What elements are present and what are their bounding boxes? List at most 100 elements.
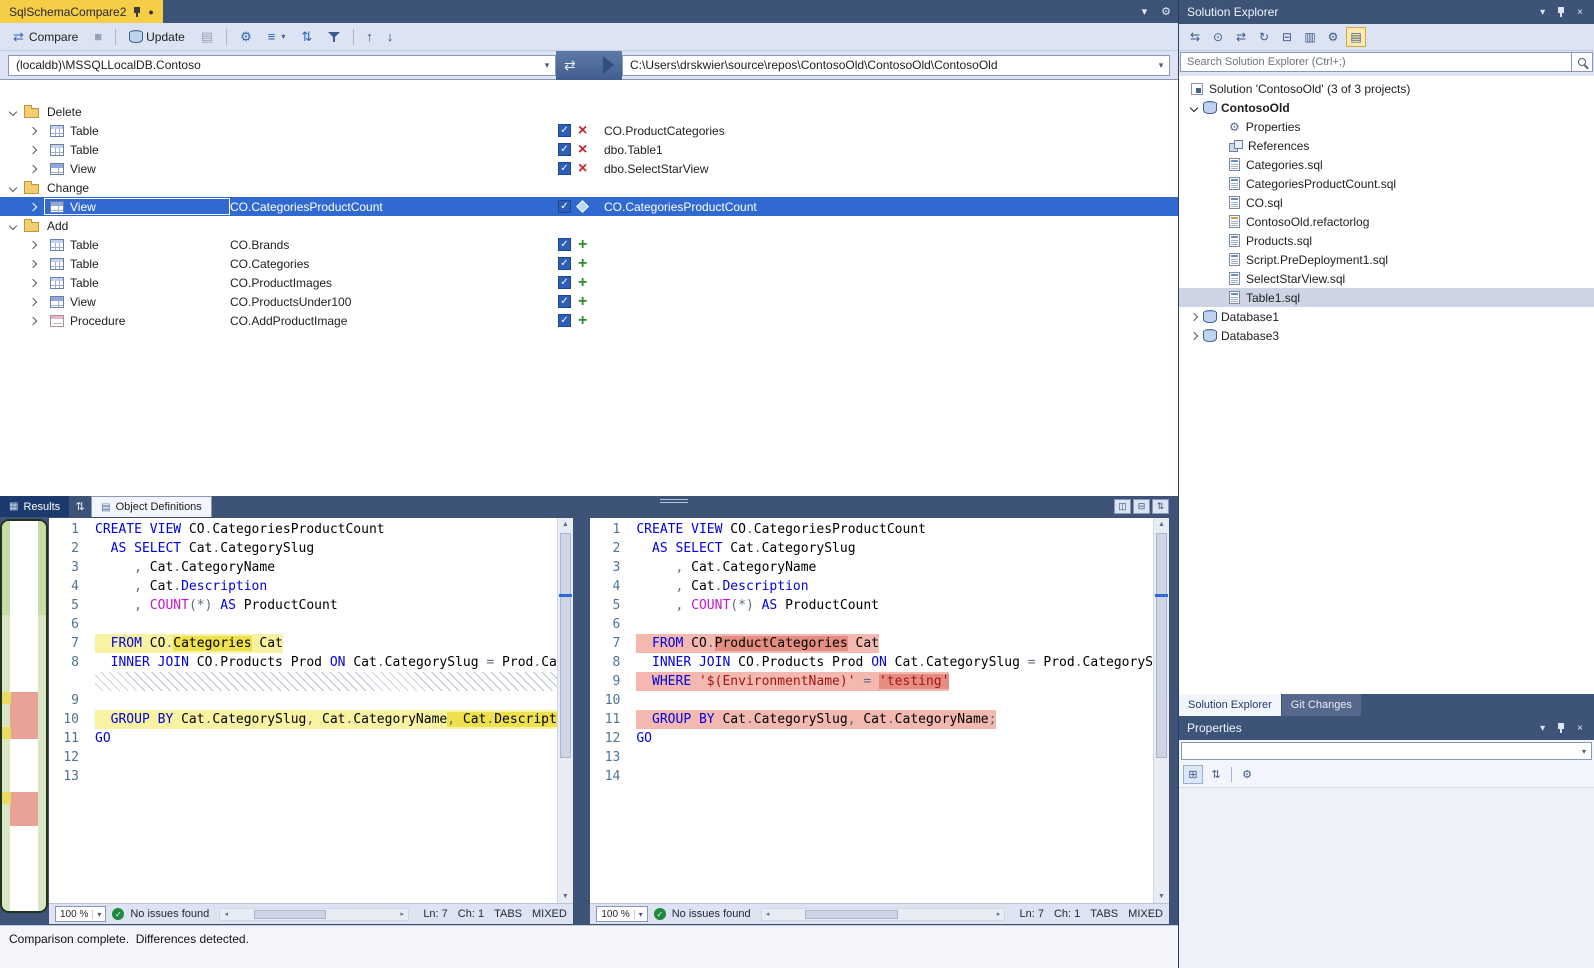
scroll-up-icon[interactable]: ▲: [1154, 518, 1169, 531]
layout-vertical-button[interactable]: ◫: [1114, 499, 1131, 514]
tree-item-co-sql[interactable]: CO.sql: [1179, 193, 1594, 212]
chevron-down-icon[interactable]: ▾: [1135, 0, 1155, 23]
compare-row-co-productcategories[interactable]: Table✓×CO.ProductCategories: [0, 121, 1178, 140]
row-chevron-icon[interactable]: [29, 259, 37, 267]
tree-item-references[interactable]: References: [1179, 136, 1594, 155]
sync-with-active-document-icon[interactable]: ⇆: [1185, 27, 1205, 47]
include-checkbox[interactable]: ✓: [558, 238, 578, 251]
update-button[interactable]: Update: [122, 27, 192, 47]
compare-row-co-addproductimage[interactable]: ProcedureCO.AddProductImage✓+: [0, 311, 1178, 330]
expanded-chevron-icon[interactable]: [1190, 103, 1198, 111]
include-checkbox[interactable]: ✓: [558, 143, 578, 156]
hscroll-thumb[interactable]: [805, 910, 897, 919]
compare-row-co-brands[interactable]: TableCO.Brands✓+: [0, 235, 1178, 254]
row-chevron-icon[interactable]: [29, 126, 37, 134]
target-connection-combo[interactable]: C:\Users\drskwier\source\repos\ContosoOl…: [622, 55, 1170, 76]
tab-object-definitions[interactable]: ▤ Object Definitions: [91, 496, 212, 517]
right-horizontal-scrollbar[interactable]: ◂ ▸: [761, 908, 1006, 921]
collapse-all-icon[interactable]: ⊟: [1277, 27, 1297, 47]
tree-item-products-sql[interactable]: Products.sql: [1179, 231, 1594, 250]
tab-sqlschemacompare2[interactable]: SqlSchemaCompare2 ●: [0, 0, 163, 23]
diff-overview-map[interactable]: [0, 519, 48, 913]
pane-splitter[interactable]: [574, 517, 590, 925]
include-checkbox[interactable]: ✓: [558, 124, 578, 137]
swap-panes-button[interactable]: ⇅: [1152, 499, 1169, 514]
compare-row-dbo-table1[interactable]: Table✓×dbo.Table1: [0, 140, 1178, 159]
row-chevron-icon[interactable]: [29, 164, 37, 172]
include-checkbox[interactable]: ✓: [558, 276, 578, 289]
group-row-delete[interactable]: Delete: [0, 102, 1178, 121]
property-pages-icon[interactable]: ⚙: [1237, 765, 1257, 784]
vscroll-thumb[interactable]: [1156, 533, 1167, 758]
close-icon[interactable]: ×: [1574, 7, 1586, 18]
scroll-left-icon[interactable]: ◂: [762, 909, 774, 920]
results-sort-button[interactable]: ⇅: [69, 496, 91, 517]
scroll-left-icon[interactable]: ◂: [220, 909, 232, 920]
tree-item-properties[interactable]: ⚙Properties: [1179, 117, 1594, 136]
left-vertical-scrollbar[interactable]: ▲ ▼: [557, 518, 573, 903]
row-chevron-icon[interactable]: [29, 316, 37, 324]
properties-icon[interactable]: ⚙: [1323, 27, 1343, 47]
right-vertical-scrollbar[interactable]: ▲ ▼: [1153, 518, 1169, 903]
switch-views-icon[interactable]: ⇄: [1231, 27, 1251, 47]
next-difference-button[interactable]: ↓: [381, 27, 400, 46]
tree-item-script-predeployment1-sql[interactable]: Script.PreDeployment1.sql: [1179, 250, 1594, 269]
tree-item-contosoold-refactorlog[interactable]: ContosoOld.refactorlog: [1179, 212, 1594, 231]
group-row-change[interactable]: Change: [0, 178, 1178, 197]
right-code[interactable]: CREATE VIEW CO.CategoriesProductCount AS…: [630, 518, 1153, 903]
properties-object-combo[interactable]: ▾: [1181, 742, 1592, 760]
include-checkbox[interactable]: ✓: [558, 257, 578, 270]
compare-row-co-productsunder100[interactable]: ViewCO.ProductsUnder100✓+: [0, 292, 1178, 311]
search-input[interactable]: [1180, 52, 1572, 72]
hscroll-thumb[interactable]: [254, 910, 325, 919]
row-chevron-icon[interactable]: [29, 297, 37, 305]
tree-item-database1[interactable]: Database1: [1179, 307, 1594, 326]
previous-difference-button[interactable]: ↑: [360, 27, 379, 46]
options-gear-button[interactable]: ⚙: [233, 27, 259, 46]
include-checkbox[interactable]: ✓: [558, 314, 578, 327]
group-row-add[interactable]: Add: [0, 216, 1178, 235]
row-chevron-icon[interactable]: [29, 202, 37, 210]
window-position-icon[interactable]: ▾: [1537, 7, 1548, 18]
tab-git-changes[interactable]: Git Changes: [1282, 694, 1361, 716]
tree-item-categoriesproductcount-sql[interactable]: CategoriesProductCount.sql: [1179, 174, 1594, 193]
chevron-down-icon[interactable]: ▾: [1153, 60, 1169, 71]
collapsed-chevron-icon[interactable]: [1190, 312, 1198, 320]
compare-button[interactable]: ⇄ Compare: [6, 27, 85, 47]
source-connection-combo[interactable]: (localdb)\MSSQLLocalDB.Contoso ▾: [8, 55, 556, 76]
vscroll-thumb[interactable]: [560, 533, 571, 758]
preview-selected-items-icon[interactable]: ▤: [1346, 27, 1366, 47]
show-all-files-icon[interactable]: ▥: [1300, 27, 1320, 47]
tree-item-database3[interactable]: Database3: [1179, 326, 1594, 345]
scroll-right-icon[interactable]: ▸: [992, 909, 1004, 920]
compare-row-dbo-selectstarview[interactable]: View✓×dbo.SelectStarView: [0, 159, 1178, 178]
tree-item-contosoold[interactable]: ContosoOld: [1179, 98, 1594, 117]
left-code[interactable]: CREATE VIEW CO.CategoriesProductCount AS…: [89, 518, 557, 903]
swap-direction-button[interactable]: ⇄: [556, 51, 622, 80]
include-checkbox[interactable]: ✓: [558, 200, 578, 213]
window-position-icon[interactable]: ▾: [1537, 723, 1548, 734]
refresh-icon[interactable]: ↻: [1254, 27, 1274, 47]
left-horizontal-scrollbar[interactable]: ◂ ▸: [219, 908, 409, 921]
row-chevron-icon[interactable]: [29, 240, 37, 248]
tree-item-categories-sql[interactable]: Categories.sql: [1179, 155, 1594, 174]
compare-row-co-categoriesproductcount[interactable]: ViewCO.CategoriesProductCount✓CO.Categor…: [0, 197, 1178, 216]
tab-solution-explorer[interactable]: Solution Explorer: [1179, 694, 1281, 716]
include-checkbox[interactable]: ✓: [558, 162, 578, 175]
pin-icon[interactable]: [1556, 6, 1566, 18]
scroll-down-icon[interactable]: ▼: [1154, 890, 1169, 903]
tree-item-selectstarview-sql[interactable]: SelectStarView.sql: [1179, 269, 1594, 288]
compare-row-co-productimages[interactable]: TableCO.ProductImages✓+: [0, 273, 1178, 292]
collapsed-chevron-icon[interactable]: [1190, 331, 1198, 339]
group-chevron-icon[interactable]: [9, 221, 17, 229]
pin-icon[interactable]: [1556, 722, 1566, 734]
categorized-icon[interactable]: ⊞: [1183, 765, 1203, 784]
search-button[interactable]: [1572, 52, 1593, 72]
close-icon[interactable]: ×: [1574, 723, 1586, 734]
sort-order-button[interactable]: ⇅: [294, 27, 319, 46]
zoom-select[interactable]: 100 % ▾: [55, 906, 106, 922]
splitter-grip[interactable]: [660, 499, 688, 500]
funnel-filter-button[interactable]: [321, 28, 347, 46]
chevron-down-icon[interactable]: ▾: [539, 60, 555, 71]
scroll-right-icon[interactable]: ▸: [396, 909, 408, 920]
